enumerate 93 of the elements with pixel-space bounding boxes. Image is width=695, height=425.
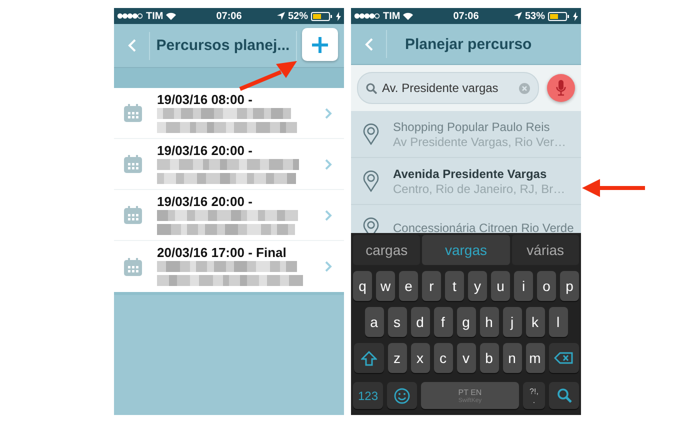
letter-key[interactable]: c [434,343,452,373]
letter-key[interactable]: l [548,307,568,337]
place-name: Shopping Popular Paulo Reis [393,120,551,134]
pointer-arrow [239,61,297,91]
chevron-right-icon [325,108,332,118]
calendar-icon [124,104,142,122]
letter-key[interactable]: s [388,307,406,337]
charging-icon [572,12,578,20]
word-suggestion[interactable]: várias [512,235,579,265]
microphone-icon [556,80,566,96]
letter-key[interactable]: g [456,307,476,337]
microphone-button[interactable] [547,74,575,102]
route-row[interactable]: 19/03/16 20:00 - [114,139,344,190]
clock-time: 07:06 [453,10,479,22]
charging-icon [336,12,341,20]
letter-key[interactable]: m [526,343,544,373]
signal-icon [354,13,380,19]
search-icon [556,388,572,403]
letter-key[interactable]: a [364,307,384,337]
calendar-icon [124,206,142,224]
location-pin-icon [363,217,379,233]
back-chevron-icon [128,39,136,52]
route-row[interactable]: 19/03/16 20:00 - [114,190,344,241]
place-address: Av Presidente Vargas, Rio Ver… [393,134,566,148]
letter-key[interactable]: h [480,307,498,337]
route-title: 19/03/16 20:00 - [157,142,254,158]
battery-icon [548,12,570,20]
calendar-icon [124,258,142,276]
smiley-icon [394,388,410,404]
letter-key[interactable]: z [388,343,406,373]
letter-key[interactable]: b [480,343,498,373]
location-pin-icon [363,123,379,145]
numbers-key[interactable]: 123 [353,382,383,409]
backspace-key[interactable] [548,343,578,373]
letter-key[interactable]: t [445,271,464,301]
letter-key[interactable]: p [560,271,579,301]
search-key[interactable] [549,382,579,409]
shift-arrow-icon [360,350,376,366]
chevron-right-icon [325,261,332,272]
letter-key[interactable]: d [410,307,430,337]
place-suggestion[interactable]: Avenida Presidente Vargas Centro, Rio de Janeiro, RJ, Br… [351,158,581,205]
emoji-key[interactable] [387,382,417,409]
location-icon [514,12,522,20]
route-title: 19/03/16 08:00 - [157,92,254,106]
clock-time: 07:06 [216,10,242,22]
letter-key[interactable]: q [353,271,372,301]
location-pin-icon [363,170,379,192]
backspace-icon [554,352,573,364]
signal-icon [117,13,143,19]
screen-title: Planejar percurso [404,36,533,52]
letter-key[interactable]: r [422,271,441,301]
battery-percent: 53% [524,10,545,22]
letter-key[interactable]: i [514,271,533,301]
calendar-icon [124,155,142,173]
add-button[interactable] [302,28,338,61]
pointer-arrow [582,179,645,197]
shift-key[interactable] [354,343,384,373]
place-name: Concessionária Citroen Rio Verde [393,221,574,233]
letter-key[interactable]: u [491,271,510,301]
wifi-icon [403,12,414,20]
letter-key[interactable]: w [376,271,395,301]
route-row[interactable]: 20/03/16 17:00 - Final [114,241,344,292]
plus-icon [311,36,329,54]
letter-key[interactable]: n [502,343,522,373]
wifi-icon [166,12,176,20]
route-row[interactable]: 19/03/16 08:00 - [114,88,344,139]
letter-key[interactable]: k [526,307,544,337]
punctuation-key[interactable]: ?!, . [523,382,545,409]
word-suggestion[interactable]: cargas [353,235,420,265]
battery-percent: 52% [288,10,308,22]
place-address: Centro, Rio de Janeiro, RJ, Br… [393,182,566,196]
route-title: 19/03/16 20:00 - [157,194,254,208]
carrier-label: TIM [146,10,164,22]
battery-icon [310,12,333,20]
back-chevron-icon [364,38,372,50]
search-field[interactable]: Av. Presidente vargas [357,72,539,104]
route-title: 20/03/16 17:00 - Final [157,245,288,260]
screen-title: Percursos planej... [155,37,291,54]
letter-key[interactable]: f [434,307,452,337]
letter-key[interactable]: y [468,271,487,301]
place-name: Avenida Presidente Vargas [393,166,548,180]
search-query: Av. Presidente vargas [382,81,500,95]
letter-key[interactable]: j [502,307,522,337]
letter-key[interactable]: v [456,343,476,373]
chevron-right-icon [325,158,332,170]
location-icon [276,12,285,20]
letter-key[interactable]: x [410,343,430,373]
chevron-right-icon [325,210,332,220]
word-suggestion[interactable]: vargas [422,235,510,265]
letter-key[interactable]: o [537,271,556,301]
search-icon [366,82,377,94]
carrier-label: TIM [383,10,400,22]
letter-key[interactable]: e [399,271,418,301]
